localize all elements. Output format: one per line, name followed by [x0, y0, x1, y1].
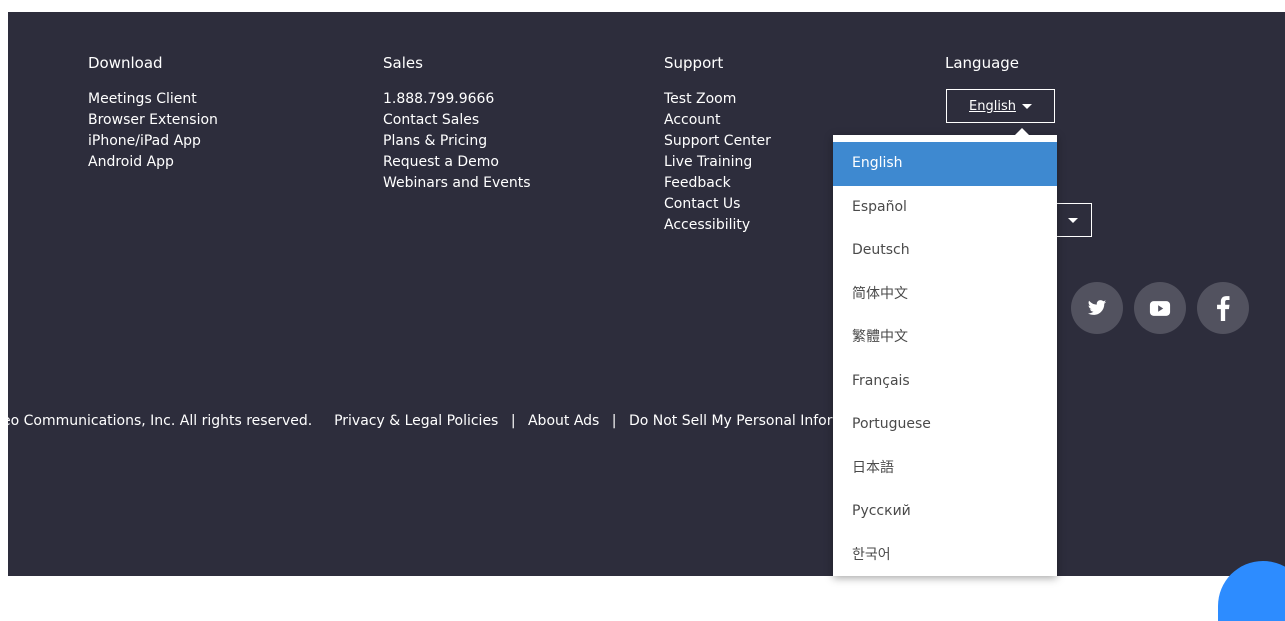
- caret-down-icon: [1021, 103, 1032, 109]
- support-column: Support Test Zoom Account Support Center…: [664, 54, 771, 236]
- language-option[interactable]: Deutsch: [833, 229, 1057, 273]
- language-option[interactable]: 日本語: [833, 447, 1057, 491]
- footer-link[interactable]: Android App: [88, 152, 218, 173]
- copyright-text: eo Communications, Inc. All rights reser…: [8, 413, 313, 429]
- footer-link[interactable]: Contact Sales: [383, 110, 531, 131]
- facebook-icon: [1217, 296, 1230, 321]
- footer-link[interactable]: Browser Extension: [88, 110, 218, 131]
- youtube-icon: [1149, 300, 1171, 316]
- language-option[interactable]: English: [833, 142, 1057, 186]
- footer-link[interactable]: Feedback: [664, 173, 771, 194]
- about-ads-link[interactable]: About Ads: [528, 413, 599, 429]
- language-column: Language: [945, 54, 1019, 89]
- sales-column: Sales 1.888.799.9666 Contact Sales Plans…: [383, 54, 531, 194]
- column-title: Download: [88, 54, 163, 72]
- footer-link[interactable]: Test Zoom: [664, 89, 771, 110]
- column-title: Sales: [383, 54, 423, 72]
- language-option[interactable]: Portuguese: [833, 403, 1057, 447]
- language-option[interactable]: 简体中文: [833, 273, 1057, 317]
- column-title: Language: [945, 54, 1020, 72]
- twitter-icon: [1087, 300, 1107, 315]
- facebook-link[interactable]: [1197, 282, 1249, 334]
- language-option[interactable]: Русский: [833, 490, 1057, 534]
- download-column: Download Meetings Client Browser Extensi…: [88, 54, 218, 173]
- language-dropdown-menu: English Español Deutsch 简体中文 繁體中文 França…: [833, 128, 1057, 578]
- language-option[interactable]: 繁體中文: [833, 316, 1057, 360]
- link-separator: |: [510, 413, 516, 429]
- footer-link[interactable]: 1.888.799.9666: [383, 89, 531, 110]
- footer-link[interactable]: Support Center: [664, 131, 771, 152]
- youtube-link[interactable]: [1134, 282, 1186, 334]
- footer: Download Meetings Client Browser Extensi…: [8, 12, 1285, 576]
- footer-link[interactable]: Request a Demo: [383, 152, 531, 173]
- footer-link[interactable]: Accessibility: [664, 215, 771, 236]
- footer-link[interactable]: iPhone/iPad App: [88, 131, 218, 152]
- language-select-label: English: [969, 98, 1016, 114]
- link-separator: |: [611, 413, 617, 429]
- footer-link[interactable]: Account: [664, 110, 771, 131]
- language-option[interactable]: Français: [833, 360, 1057, 404]
- legal-bar: eo Communications, Inc. All rights reser…: [8, 413, 881, 429]
- caret-down-icon: [1067, 217, 1078, 223]
- privacy-link[interactable]: Privacy & Legal Policies: [334, 413, 498, 429]
- footer-link[interactable]: Plans & Pricing: [383, 131, 531, 152]
- footer-link[interactable]: Meetings Client: [88, 89, 218, 110]
- footer-link[interactable]: Live Training: [664, 152, 771, 173]
- column-title: Support: [664, 54, 724, 72]
- language-option[interactable]: Español: [833, 186, 1057, 230]
- footer-link[interactable]: Webinars and Events: [383, 173, 531, 194]
- footer-link[interactable]: Contact Us: [664, 194, 771, 215]
- language-select-button[interactable]: English: [946, 89, 1055, 123]
- twitter-link[interactable]: [1071, 282, 1123, 334]
- language-option[interactable]: 한국어: [833, 534, 1057, 578]
